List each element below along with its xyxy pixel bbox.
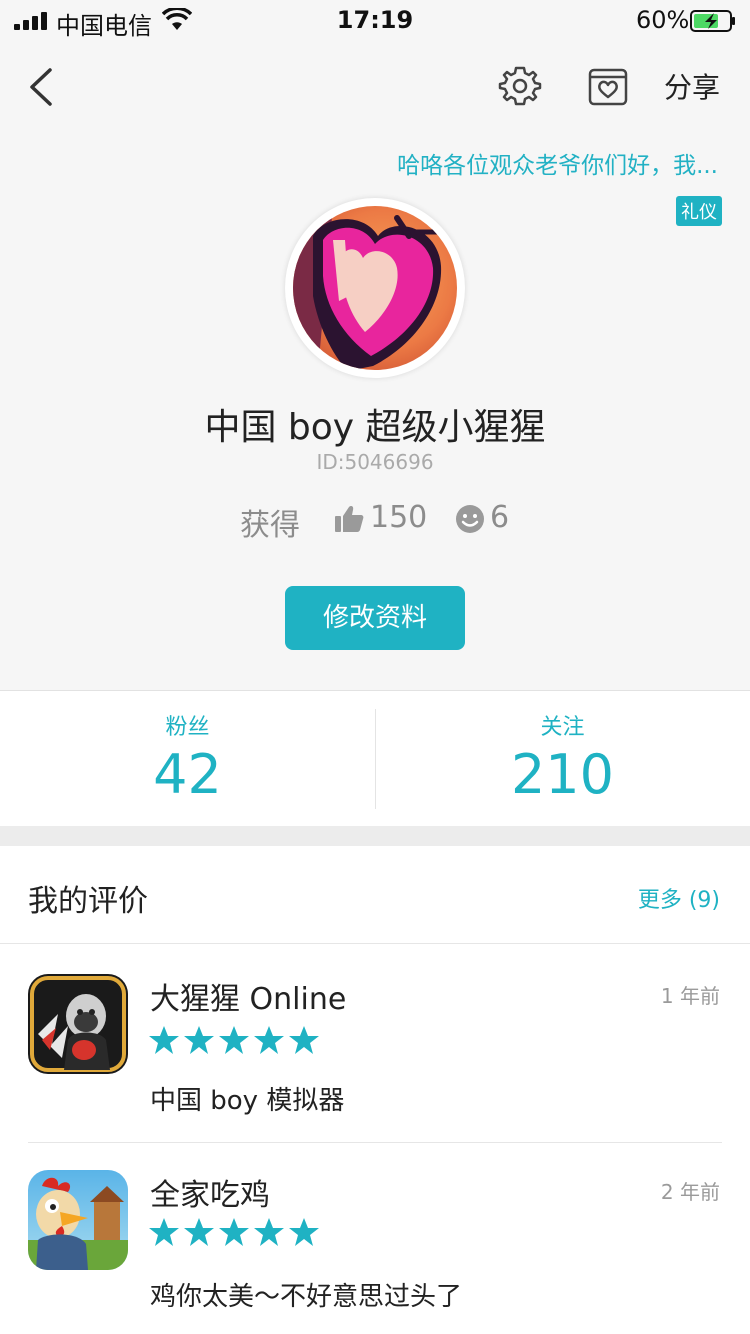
stats-row: 获得 150 6 [0,500,750,543]
review-item[interactable]: 全家吃鸡 2 年前 鸡你太美～不好意思过头了 [0,1140,750,1334]
star-icon [254,1026,284,1054]
username: 中国 boy 超级小猩猩 [204,407,546,448]
app-icon-gorilla[interactable] [28,974,128,1074]
back-icon[interactable] [22,62,62,112]
fans-count: 42 [153,743,222,806]
app-icon-chicken[interactable] [28,1170,128,1270]
favorite-box-icon[interactable] [586,64,630,108]
review-app-name: 全家吃鸡 [150,1178,270,1213]
nav-bar: 分享 [0,52,750,122]
following-count: 210 [510,743,615,806]
star-icon [219,1026,249,1054]
my-reviews-section: 我的评价 更多 (9) 大猩猩 Online 1 年前 中国 boy 模拟器 全… [0,846,750,1334]
star-icon [289,1218,319,1246]
obtained-label: 获得 [240,508,300,543]
avatar-image [293,206,457,370]
review-app-name: 大猩猩 Online [150,982,347,1017]
rating-stars [148,1216,323,1250]
status-bar: 中国电信 17:19 60% [0,0,750,40]
rating-stars [148,1024,323,1058]
fans-label: 粉丝 [165,715,210,740]
follow-panel: 粉丝 42 关注 210 [0,690,750,826]
gear-icon[interactable] [498,64,542,108]
user-id: ID:5046696 [316,450,434,474]
battery-icon [690,10,735,32]
star-icon [184,1026,214,1054]
following-label: 关注 [540,715,585,740]
thumbs-up-icon [335,506,364,532]
review-comment: 鸡你太美～不好意思过头了 [150,1282,463,1312]
more-reviews-link[interactable]: 更多 (9) [638,882,720,914]
star-icon [149,1026,179,1054]
star-icon [184,1218,214,1246]
avatar[interactable] [285,198,465,378]
section-gap [0,826,750,846]
review-time: 1 年前 [660,984,720,1008]
review-item[interactable]: 大猩猩 Online 1 年前 中国 boy 模拟器 [0,944,750,1138]
star-icon [254,1218,284,1246]
reviews-header: 我的评价 更多 (9) [0,846,750,944]
reviews-title: 我的评价 [28,884,148,919]
likes-count: 150 [370,500,428,535]
following-stat[interactable]: 关注 210 [375,691,750,827]
review-comment: 中国 boy 模拟器 [150,1086,345,1116]
fans-stat[interactable]: 粉丝 42 [0,691,375,827]
battery-percent: 60% [636,6,690,34]
share-button[interactable]: 分享 [664,66,720,106]
etiquette-badge: 礼仪 [676,196,722,226]
smiles-count: 6 [490,500,510,535]
star-icon [289,1026,319,1054]
smile-icon [456,505,484,533]
star-icon [149,1218,179,1246]
review-time: 2 年前 [660,1180,720,1204]
profile-signature[interactable]: 哈咯各位观众老爷你们好，我... [358,146,718,180]
star-icon [219,1218,249,1246]
edit-profile-button[interactable]: 修改资料 [285,586,465,650]
